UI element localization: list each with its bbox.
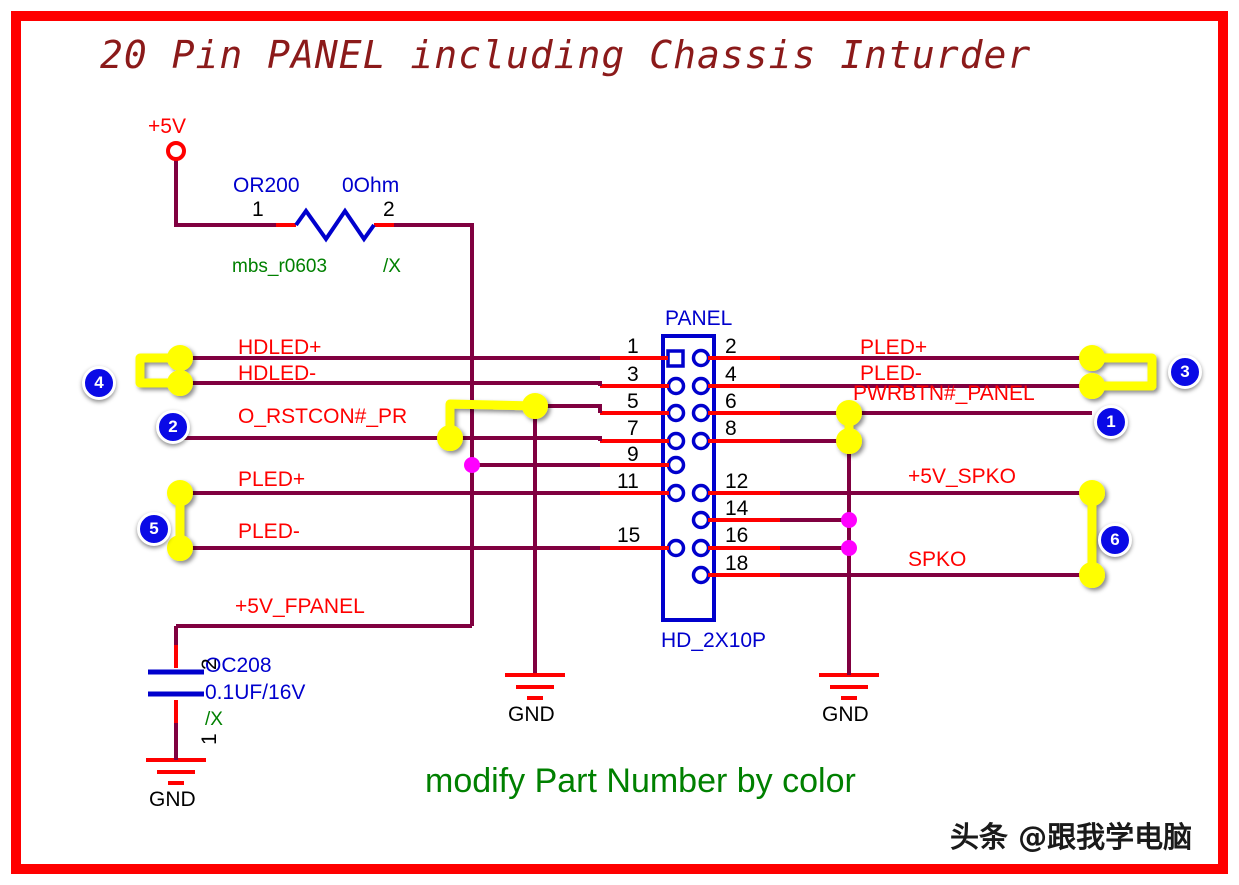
callout-badge-1[interactable]: 1 <box>1094 405 1128 439</box>
net-label-pled-plus-left: PLED+ <box>238 468 306 491</box>
capacitor-variant: /X <box>205 709 223 730</box>
resistor-pin1-number: 1 <box>252 198 264 221</box>
net-label-5v-fpanel: +5V_FPANEL <box>235 595 365 618</box>
highlight-marker-4 <box>135 345 193 396</box>
connector-pin-number-4: 4 <box>725 363 737 386</box>
connector-footprint: HD_2X10P <box>661 629 767 652</box>
connector-designator: PANEL <box>665 307 733 330</box>
ground-label-middle: GND <box>508 703 555 726</box>
net-label-pled-plus-right: PLED+ <box>860 336 928 359</box>
wire-pin8-to-gnd <box>780 413 851 675</box>
ground-label-right: GND <box>822 703 869 726</box>
resistor-footprint: mbs_r0603 <box>232 256 328 277</box>
connector-pin-number-6: 6 <box>725 390 737 413</box>
callout-badge-2[interactable]: 2 <box>156 410 190 444</box>
junction-dots <box>464 457 857 556</box>
net-label-pled-minus-right: PLED- <box>860 362 922 385</box>
capacitor-value: 0.1UF/16V <box>205 681 306 704</box>
ground-symbol-middle <box>505 673 565 700</box>
capacitor-plates <box>148 669 204 697</box>
junction-dot-pin9-bus <box>464 457 480 473</box>
resistor-zigzag <box>294 207 376 243</box>
power-port-5v <box>166 141 186 161</box>
highlight-marker-3 <box>1079 345 1157 399</box>
capacitor-pin1-number: 1 <box>198 733 221 745</box>
connector-pin-number-11: 11 <box>617 470 639 493</box>
net-label-hdled-plus: HDLED+ <box>238 336 322 359</box>
net-label-spko: SPKO <box>908 548 967 571</box>
resistor-value: 0Ohm <box>342 174 400 197</box>
highlight-marker-1 <box>836 400 862 454</box>
connector-pin-number-7: 7 <box>627 417 639 440</box>
highlight-marker-5 <box>167 480 193 561</box>
net-label-pled-minus-left: PLED- <box>238 520 300 543</box>
sheet-title: 20 Pin PANEL including Chassis Inturder <box>100 33 1032 77</box>
resistor-pin2-number: 2 <box>383 198 395 221</box>
ground-symbol-right <box>819 673 879 700</box>
callout-badge-5[interactable]: 5 <box>137 512 171 546</box>
callout-badge-6[interactable]: 6 <box>1098 523 1132 557</box>
power-rail-label: +5V <box>148 115 186 138</box>
net-label-o-rstcon: O_RSTCON#_PR <box>238 405 408 428</box>
callout-badge-3[interactable]: 3 <box>1168 355 1202 389</box>
net-label-pwrbtn-panel: PWRBTN#_PANEL <box>853 382 1035 405</box>
connector-pin-number-16: 16 <box>725 524 749 547</box>
watermark: 头条 @跟我学电脑 <box>950 820 1193 854</box>
modify-note: modify Part Number by color <box>425 762 856 800</box>
connector-pin-number-1: 1 <box>627 335 639 358</box>
connector-pin-number-9: 9 <box>627 443 639 466</box>
connector-pin-number-12: 12 <box>725 470 749 493</box>
capacitor-pin2-number: 2 <box>198 658 221 670</box>
schematic-sheet: 20 Pin PANEL including Chassis Inturder … <box>0 0 1239 885</box>
connector-pin-number-3: 3 <box>627 363 639 386</box>
net-label-hdled-minus: HDLED- <box>238 362 317 385</box>
connector-pin-number-15: 15 <box>617 524 641 547</box>
resistor-designator: OR200 <box>233 174 300 197</box>
ground-symbol-cap <box>146 758 206 785</box>
ground-label-cap: GND <box>149 788 196 811</box>
net-label-5v-spko: +5V_SPKO <box>908 465 1016 488</box>
resistor-variant: /X <box>383 256 401 277</box>
connector-pin-number-5: 5 <box>627 390 639 413</box>
connector-pin-number-8: 8 <box>725 417 737 440</box>
junction-dot-pin14 <box>841 512 857 528</box>
connector-pin-number-2: 2 <box>725 335 737 358</box>
connector-pin-number-14: 14 <box>725 497 749 520</box>
wire-pin5-branch <box>533 404 602 675</box>
junction-dot-pin16 <box>841 540 857 556</box>
callout-badge-4[interactable]: 4 <box>82 366 116 400</box>
connector-pin-number-18: 18 <box>725 552 749 575</box>
